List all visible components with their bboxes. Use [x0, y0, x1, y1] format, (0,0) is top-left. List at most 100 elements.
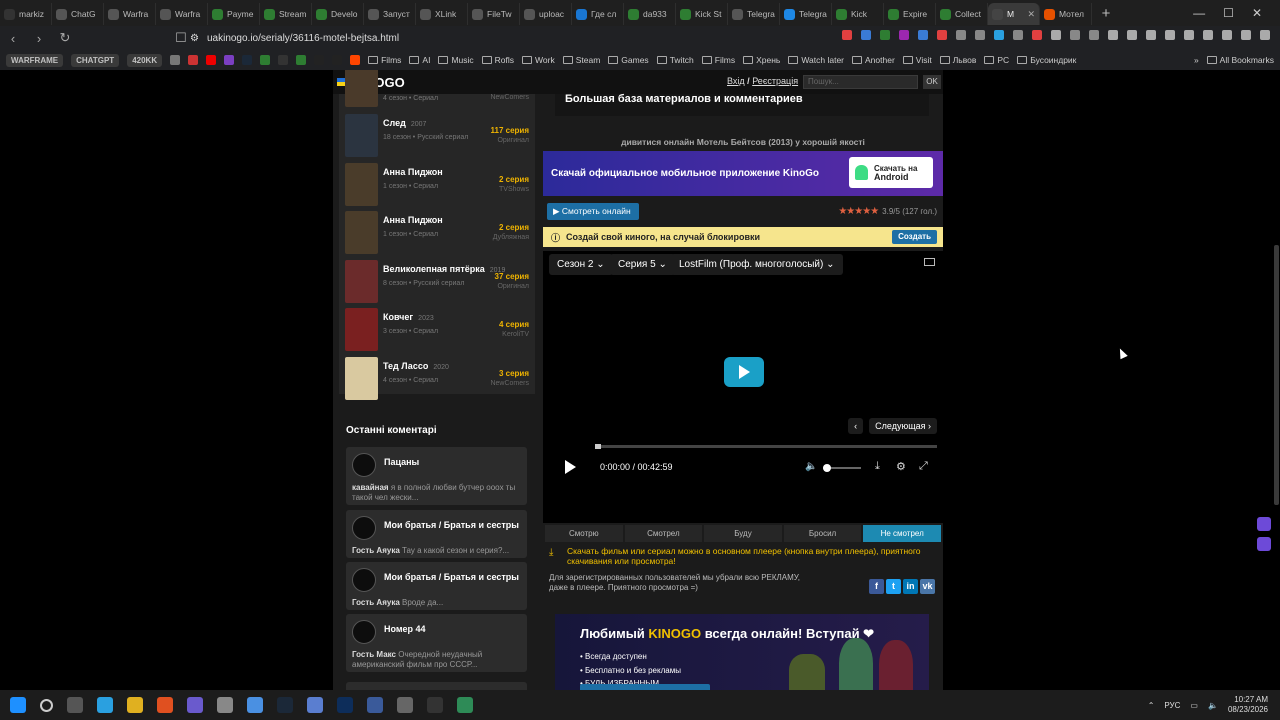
extension-icon[interactable] — [1127, 30, 1137, 40]
explorer-icon[interactable] — [127, 697, 143, 713]
progress-bar[interactable] — [595, 444, 937, 449]
x-icon[interactable] — [332, 55, 343, 65]
browser-tab[interactable]: uploac — [520, 3, 572, 25]
volume-slider[interactable] — [823, 464, 861, 472]
spreadsheet-icon[interactable] — [457, 697, 473, 713]
photoshop-icon[interactable] — [337, 697, 353, 713]
list-item[interactable]: Тед Лассо 2020 4 сезон • Сериал 3 серия NewC… — [345, 356, 529, 403]
comment-card[interactable]: Мои братья / Братья и сестры Гость Аяука … — [346, 562, 527, 610]
apps-grid-icon[interactable] — [170, 55, 181, 65]
twitch-icon[interactable] — [224, 55, 235, 65]
kick-icon[interactable] — [296, 55, 307, 65]
extension-icon[interactable] — [899, 30, 909, 40]
minimize-icon[interactable]: — — [1193, 6, 1205, 20]
list-item[interactable]: Анна Пиджон 1 сезон • Сериал 2 серия TVShow… — [345, 162, 529, 209]
extension-icon[interactable] — [1203, 30, 1213, 40]
extension-icon[interactable] — [1241, 30, 1251, 40]
forward-icon[interactable]: › — [32, 31, 46, 46]
extension-icon[interactable] — [1108, 30, 1118, 40]
watch-online-button[interactable]: ▶ Смотреть онлайн — [547, 203, 639, 220]
login-link[interactable]: Вхід — [727, 76, 745, 86]
browser-tab[interactable]: XLink — [416, 3, 468, 25]
voice-select[interactable]: LostFilm (Проф. многоголосый) ⌄ — [671, 254, 843, 275]
browser-tab[interactable]: ChatG — [52, 3, 104, 25]
extension-icon[interactable] — [1184, 30, 1194, 40]
big-play-button[interactable] — [724, 357, 764, 387]
obs-icon[interactable] — [217, 697, 233, 713]
extension-icon[interactable] — [1070, 30, 1080, 40]
bookmark-pill[interactable]: 420KK — [127, 53, 163, 67]
watch-status-tab[interactable]: Буду — [704, 525, 782, 542]
list-item[interactable]: Великолепная пятёрка 2019 8 сезон • Русски… — [345, 259, 529, 306]
extension-icon[interactable] — [880, 30, 890, 40]
language-indicator[interactable]: РУС — [1164, 701, 1180, 710]
browser-tab[interactable]: Мотел — [1040, 3, 1092, 25]
app2-icon[interactable] — [367, 697, 383, 713]
extension-icon[interactable] — [937, 30, 947, 40]
all-bookmarks-button[interactable]: All Bookmarks — [1206, 55, 1274, 65]
watch-status-tab[interactable]: Не смотрел — [863, 525, 941, 542]
browser-tab[interactable]: Stream — [260, 3, 312, 25]
browser-tab[interactable]: Kick St — [676, 3, 728, 25]
browser-tab[interactable]: Telegra — [780, 3, 832, 25]
start-icon[interactable] — [10, 697, 26, 713]
watch-status-tab[interactable]: Смотрю — [545, 525, 623, 542]
bookmark-folder[interactable]: Films — [701, 55, 735, 65]
reddit-icon[interactable] — [350, 55, 361, 65]
terminal-icon[interactable] — [427, 697, 443, 713]
comment-title[interactable]: Номер 44 — [384, 624, 426, 634]
browser-tab[interactable]: Warfra — [104, 3, 156, 25]
back-icon[interactable]: ‹ — [6, 31, 20, 46]
network-icon[interactable]: ▭ — [1190, 701, 1198, 710]
download-icon[interactable]: ⤓ — [875, 460, 880, 473]
bookmark-folder[interactable]: Films — [368, 55, 401, 65]
bookmark-folder[interactable]: Steam — [562, 55, 600, 65]
bookmark-star-icon[interactable]: ☐ — [174, 30, 188, 46]
app-banner[interactable]: Скачай официальное мобильное приложение … — [543, 151, 943, 196]
progress-handle[interactable] — [595, 444, 601, 449]
settings-gear-icon[interactable]: ⚙ — [896, 460, 906, 473]
maximize-icon[interactable]: ☐ — [1223, 6, 1234, 20]
comment-card[interactable]: Пацаны кавайная я в полной любви бутчер о… — [346, 447, 527, 505]
list-item[interactable]: 4 сезон • Сериал NewComers — [345, 70, 529, 108]
create-button[interactable]: Создать — [892, 230, 937, 244]
steam-icon[interactable] — [242, 55, 253, 65]
browser-tab[interactable]: markiz — [0, 3, 52, 25]
site-search-button[interactable]: OK — [923, 75, 941, 89]
tray-chevron-icon[interactable]: ⌃ — [1148, 701, 1155, 710]
extension-icon[interactable] — [956, 30, 966, 40]
extension-icon[interactable] — [1165, 30, 1175, 40]
bookmark-folder[interactable]: Twitch — [656, 55, 694, 65]
app-icon[interactable] — [247, 697, 263, 713]
site-search-input[interactable]: Пошук... — [803, 75, 918, 89]
browser-tab[interactable]: Kick — [832, 3, 884, 25]
bookmark-pill[interactable]: CHATGPT — [71, 53, 120, 67]
volume-handle[interactable] — [823, 464, 831, 472]
bookmark-folder[interactable]: Львов — [939, 55, 976, 65]
browser-tab[interactable]: Запуст — [364, 3, 416, 25]
bookmark-folder[interactable]: AI — [409, 55, 430, 65]
play-icon[interactable] — [565, 460, 576, 474]
settings-icon[interactable] — [397, 697, 413, 713]
search-icon[interactable] — [40, 698, 53, 712]
extension-icon[interactable] — [1146, 30, 1156, 40]
vpn-icon[interactable] — [307, 697, 323, 713]
browser-tab[interactable]: Telegra — [728, 3, 780, 25]
list-item[interactable]: След 2007 18 сезон • Русский сериал 117 сер… — [345, 114, 529, 160]
page-scrollbar[interactable] — [1274, 245, 1279, 505]
extension-icon[interactable] — [994, 30, 1004, 40]
extension-icon[interactable] — [975, 30, 985, 40]
watch-status-tab[interactable]: Смотрел — [624, 525, 703, 542]
bookmarks-more-button[interactable]: » — [1194, 55, 1199, 65]
site-info-icon[interactable]: ⚙ — [190, 33, 199, 44]
vk-icon[interactable]: vk — [920, 579, 935, 594]
extension-icon[interactable] — [1222, 30, 1232, 40]
new-tab-button[interactable]: + — [1092, 5, 1120, 22]
season-select[interactable]: Сезон 2 ⌄ — [549, 254, 613, 275]
extension-translate-icon[interactable] — [1257, 537, 1271, 551]
twitter-icon[interactable]: t — [886, 579, 901, 594]
browser-tab[interactable]: Где сл — [572, 3, 624, 25]
x-icon[interactable] — [314, 55, 325, 65]
bookmark-folder[interactable]: Rofls — [481, 55, 514, 65]
kick-icon[interactable] — [260, 55, 271, 65]
